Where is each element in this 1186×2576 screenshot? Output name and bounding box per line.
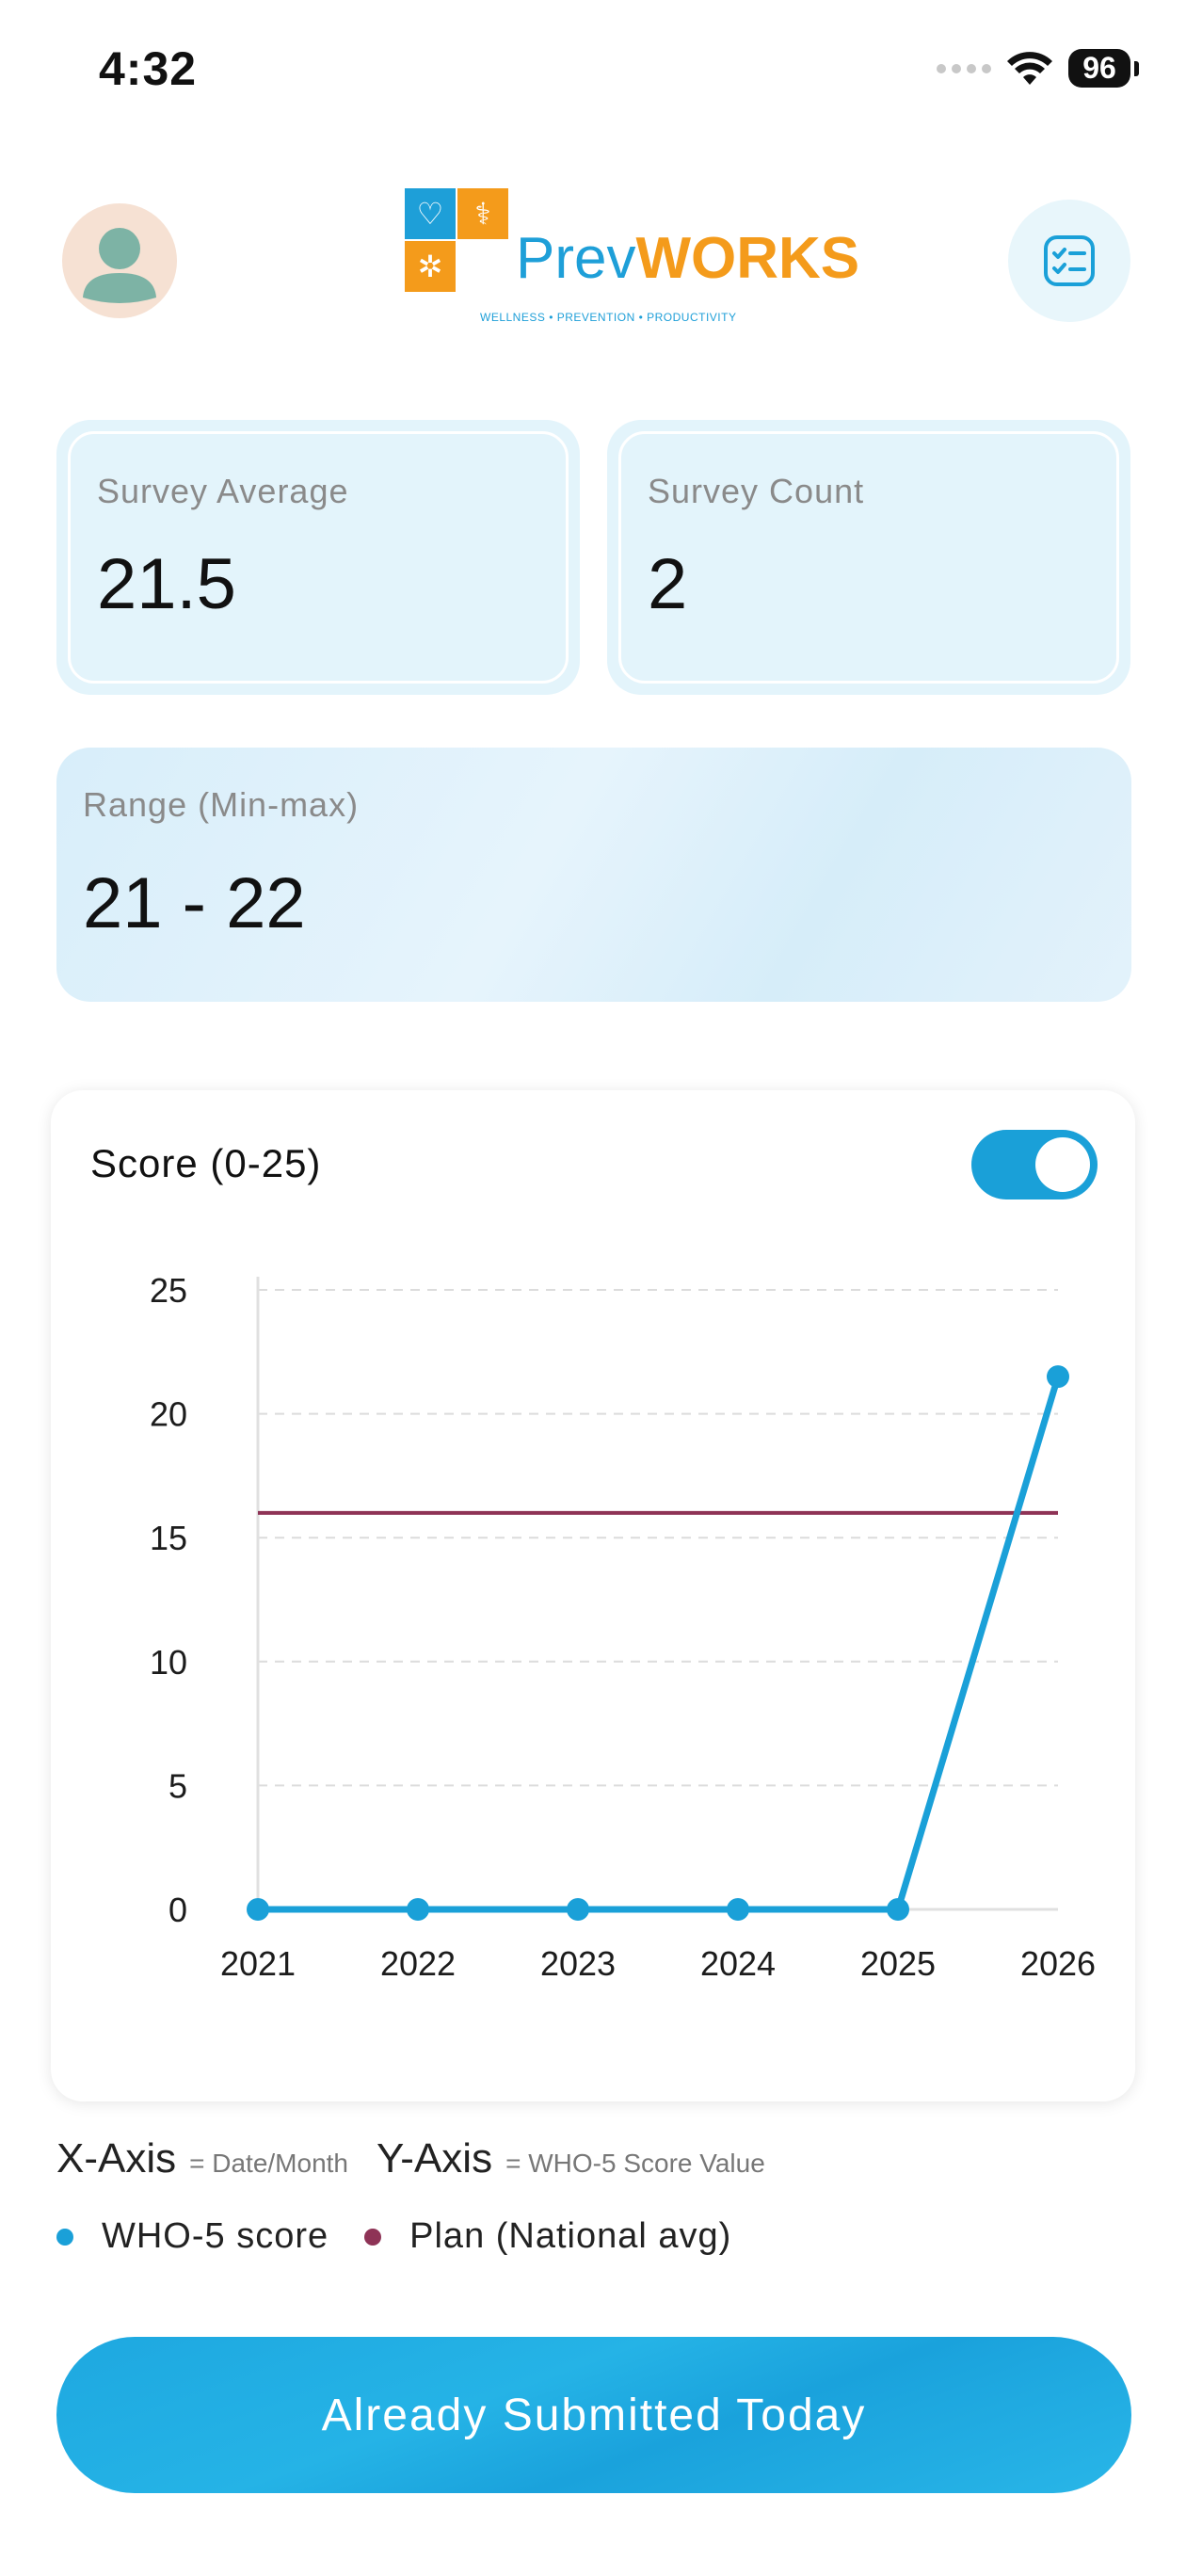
checklist-icon [1044, 235, 1095, 286]
x-tick-label-2026: 2026 [1020, 1944, 1096, 1983]
x-tick-label-2025: 2025 [860, 1944, 936, 1983]
status-indicators: 96 [937, 49, 1139, 88]
survey-count-card: Survey Count 2 [607, 420, 1130, 695]
prevworks-logo: ♡ ⚕ ✲ PrevWORKS WELLNESS • PREVENTION • … [405, 188, 859, 331]
battery-icon [1134, 60, 1139, 76]
range-card: Range (Min-max) 21 - 22 [56, 748, 1131, 1002]
range-value: 21 - 22 [83, 863, 306, 943]
who5-point-2026 [1047, 1365, 1069, 1389]
x-tick-label-2024: 2024 [700, 1944, 776, 1983]
wifi-icon [1007, 51, 1052, 85]
y-tick-label-0: 0 [168, 1891, 187, 1929]
y-tick-label-20: 20 [150, 1395, 187, 1434]
legend-dot-plan [364, 2228, 382, 2246]
x-tick-label-2023: 2023 [540, 1944, 616, 1983]
survey-count-value: 2 [648, 544, 688, 624]
range-label: Range (Min-max) [83, 785, 360, 824]
caduceus-icon: ⚕ [457, 188, 508, 239]
logo-tagline: WELLNESS • PREVENTION • PRODUCTIVITY [480, 311, 737, 324]
user-avatar-icon[interactable] [62, 203, 177, 318]
status-time: 4:32 [99, 42, 198, 95]
survey-average-label: Survey Average [97, 472, 349, 510]
score-line-chart: 05101520252021 2022 2023 2024 2025 2026 [150, 1271, 1096, 1983]
who5-score-line [258, 1376, 1062, 1913]
logo-tiles: ♡ ⚕ ✲ [405, 188, 508, 292]
who5-point-2025 [887, 1898, 909, 1921]
y-tick-label-15: 15 [150, 1519, 187, 1557]
y-axis-label: Y-Axis [377, 2135, 493, 2182]
x-axis-label: X-Axis [56, 2135, 177, 2182]
legend-label-who5: WHO-5 score [102, 2216, 329, 2256]
checklist-button[interactable] [1008, 200, 1130, 322]
x-tick-label-2021: 2021 [220, 1944, 296, 1983]
legend-dot-who5 [56, 2228, 73, 2246]
survey-average-card: Survey Average 21.5 [56, 420, 580, 695]
stethoscope-icon: ♡ [405, 188, 456, 239]
y-tick-label-10: 10 [150, 1643, 187, 1682]
chart-legend: WHO-5 score Plan (National avg) [56, 2216, 767, 2257]
cellular-signal-icon [937, 63, 991, 73]
score-chart-card: Score (0-25) 0 5 10 15 20 25 2021 2022 2023 2024 2… [51, 1090, 1135, 2101]
who5-point-2023 [567, 1898, 589, 1921]
y-tick-label-5: 5 [168, 1766, 187, 1805]
survey-average-value: 21.5 [97, 544, 236, 624]
already-submitted-button[interactable]: Already Submitted Today [56, 2337, 1131, 2493]
human-figure-icon: ✲ [405, 241, 456, 292]
legend-item-who5: WHO-5 score [56, 2216, 329, 2257]
axes-description: X-Axis = Date/Month Y-Axis = WHO-5 Score… [56, 2135, 793, 2182]
y-axis-desc: = WHO-5 Score Value [505, 2149, 765, 2178]
who5-point-2022 [407, 1898, 429, 1921]
x-tick-label-2022: 2022 [380, 1944, 456, 1983]
legend-item-plan: Plan (National avg) [364, 2216, 731, 2257]
logo-wordmark: PrevWORKS [516, 226, 860, 291]
who5-point-2024 [727, 1898, 749, 1921]
x-axis-desc: = Date/Month [189, 2149, 348, 2178]
y-tick-label-25: 25 [150, 1271, 187, 1310]
legend-label-plan: Plan (National avg) [409, 2216, 732, 2256]
battery-level: 96 [1068, 49, 1130, 88]
survey-count-label: Survey Count [648, 472, 865, 510]
who5-point-2021 [247, 1898, 269, 1921]
